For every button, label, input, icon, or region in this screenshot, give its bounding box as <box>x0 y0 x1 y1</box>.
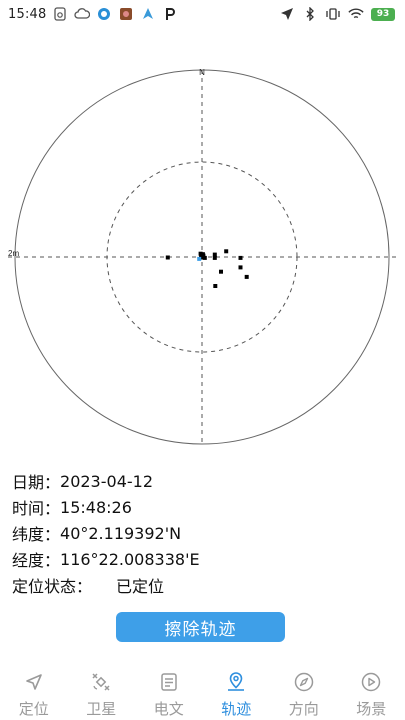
track-point <box>202 255 207 260</box>
time-row: 时间： 15:48:26 <box>12 494 392 520</box>
position-info: 日期： 2023-04-12 时间： 15:48:26 纬度： 40°2.119… <box>12 468 392 598</box>
play-circle-icon <box>359 670 383 694</box>
longitude-row: 经度： 116°22.008338'E <box>12 546 392 572</box>
track-point <box>244 274 249 279</box>
latitude-label: 纬度： <box>12 525 61 544</box>
message-list-icon <box>157 670 181 694</box>
status-left: 15:48 <box>8 6 178 22</box>
nav-label-direction: 方向 <box>288 700 319 718</box>
status-bar: 15:48 93 <box>0 0 405 28</box>
track-point <box>238 265 243 270</box>
current-position-point <box>197 256 202 261</box>
longitude-value: 116°22.008338'E <box>60 549 200 569</box>
track-point <box>213 284 218 288</box>
location-icon <box>279 6 295 22</box>
state-label: 定位状态： <box>12 577 93 596</box>
track-point <box>224 249 229 254</box>
app-icon <box>96 6 112 22</box>
latitude-value: 40°2.119392'N <box>60 523 182 543</box>
satellite-icon <box>89 670 113 694</box>
nav-item-message[interactable]: 电文 <box>135 664 203 720</box>
track-point <box>212 255 217 260</box>
north-label: N <box>199 68 205 77</box>
compass-icon <box>292 670 316 694</box>
nav-item-satellite[interactable]: 卫星 <box>68 664 136 720</box>
nav-label-satellite: 卫星 <box>86 700 117 718</box>
track-radar: N 2m <box>8 68 397 446</box>
time-label: 时间： <box>12 499 61 518</box>
nav-item-position[interactable]: 定位 <box>0 664 68 720</box>
status-time: 15:48 <box>8 6 47 22</box>
bottom-nav: 定位 卫星 电文 轨迹 方向 场景 <box>0 664 405 720</box>
location-pin-icon <box>224 670 248 694</box>
date-value: 2023-04-12 <box>60 471 153 491</box>
nav-label-position: 定位 <box>18 700 49 718</box>
arrow-icon <box>140 6 156 22</box>
nav-item-scene[interactable]: 场景 <box>338 664 405 720</box>
nav-item-track[interactable]: 轨迹 <box>203 664 271 720</box>
longitude-label: 经度： <box>12 551 61 570</box>
sync-icon <box>52 6 68 22</box>
nav-item-direction[interactable]: 方向 <box>270 664 338 720</box>
app-icon-2 <box>118 6 134 22</box>
date-label: 日期： <box>12 473 61 492</box>
bluetooth-icon <box>302 6 318 22</box>
wifi-icon <box>348 6 364 22</box>
nav-label-track: 轨迹 <box>221 700 252 718</box>
track-point <box>238 255 243 260</box>
track-point <box>219 269 223 274</box>
state-row: 定位状态： 已定位 <box>12 572 392 598</box>
state-value: 已定位 <box>116 577 165 596</box>
parking-icon <box>162 6 178 22</box>
latitude-row: 纬度： 40°2.119392'N <box>12 520 392 546</box>
clear-track-button[interactable]: 擦除轨迹 <box>116 612 285 642</box>
nav-label-message: 电文 <box>153 700 184 718</box>
track-points <box>165 249 249 288</box>
track-point <box>165 255 170 260</box>
nav-label-scene: 场景 <box>356 700 387 718</box>
vibrate-icon <box>325 6 341 22</box>
scale-label: 2m <box>8 249 19 258</box>
navigation-arrow-icon <box>22 670 46 694</box>
date-row: 日期： 2023-04-12 <box>12 468 392 494</box>
cloud-icon <box>74 6 91 22</box>
time-value: 15:48:26 <box>60 497 132 517</box>
battery-icon: 93 <box>371 7 395 21</box>
status-right: 93 <box>279 6 395 22</box>
